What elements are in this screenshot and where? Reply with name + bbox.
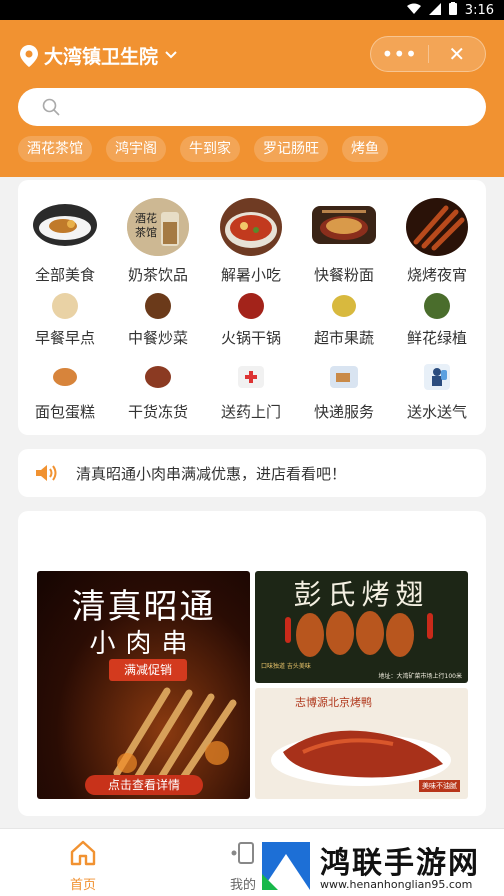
promo-subtitle: 小肉串 bbox=[89, 629, 198, 659]
view-details-button[interactable]: 点击查看详情 bbox=[85, 775, 203, 795]
bbq-icon bbox=[406, 198, 468, 256]
promo-address: 地址：大湾矿菜市场上行100米 bbox=[378, 673, 462, 680]
hot-tag[interactable]: 牛到家 bbox=[180, 136, 240, 162]
promo-banner-wings[interactable]: 彭氏烤翅 口味独道 吉头美味 地址：大湾矿菜市场上行100米 bbox=[255, 571, 468, 683]
wifi-icon bbox=[406, 3, 421, 18]
header: 大湾镇卫生院 ••• ✕ 酒花茶馆 鸿宇阁 牛到家 罗记肠旺 烤鱼 bbox=[0, 20, 504, 177]
notice-bar[interactable]: 清真昭通小肉串满减优惠，进店看看吧！ bbox=[18, 449, 486, 497]
battery-icon bbox=[448, 2, 457, 18]
category-label: 快餐粉面 bbox=[313, 266, 374, 284]
more-button[interactable]: ••• bbox=[371, 37, 428, 71]
flower-icon bbox=[424, 293, 450, 319]
hot-tag[interactable]: 罗记肠旺 bbox=[254, 136, 328, 162]
category-label: 面包蛋糕 bbox=[34, 403, 95, 421]
grilled-wings-image bbox=[285, 611, 433, 657]
promo-note: 口味独道 吉头美味 bbox=[261, 663, 311, 670]
category-label: 超市果蔬 bbox=[313, 329, 374, 347]
status-bar: 3:16 bbox=[0, 0, 504, 20]
category-label: 中餐炒菜 bbox=[127, 329, 188, 347]
speaker-icon bbox=[36, 465, 57, 481]
category-grid: 全部美食 酒花 茶馆 奶茶饮品 解暑小吃 快餐粉面 烧烤夜宵 早餐早点 中餐炒菜 … bbox=[18, 180, 486, 435]
location-selector[interactable]: 大湾镇卫生院 bbox=[20, 42, 178, 69]
home-icon bbox=[70, 840, 96, 866]
promo-title: 清真昭通 bbox=[71, 587, 216, 627]
skewers-image bbox=[113, 687, 237, 783]
promo-section: 清真昭通 小肉串 满减促销 点击查看详情 彭氏烤翅 口味独道 吉头美味 地址：大… bbox=[18, 511, 486, 816]
promo-title: 志博源北京烤鸭 bbox=[295, 696, 372, 709]
chinese-dish-icon bbox=[145, 293, 171, 319]
category-label: 全部美食 bbox=[34, 266, 95, 284]
bread-icon bbox=[53, 368, 77, 386]
chevron-down-icon bbox=[164, 48, 178, 64]
promo-banner-skewers[interactable]: 清真昭通 小肉串 满减促销 点击查看详情 bbox=[37, 571, 250, 799]
category-label: 奶茶饮品 bbox=[127, 266, 188, 284]
hotpot-icon bbox=[238, 293, 264, 319]
snack-bowl-icon bbox=[220, 198, 282, 256]
promo-tag: 美味不油腻 bbox=[419, 780, 460, 792]
watermark-title: 鸿联手游网 bbox=[320, 846, 480, 881]
signal-icon bbox=[428, 2, 441, 18]
food-plate-icon bbox=[33, 204, 97, 246]
milk-tea-icon: 酒花 茶馆 bbox=[127, 198, 189, 256]
tab-label: 首页 bbox=[69, 878, 96, 893]
search-icon bbox=[42, 98, 60, 116]
hot-tags: 酒花茶馆 鸿宇阁 牛到家 罗记肠旺 烤鱼 bbox=[18, 136, 388, 162]
promo-banner-duck[interactable]: 志博源北京烤鸭 美味不油腻 bbox=[255, 688, 468, 799]
category-label: 烧烤夜宵 bbox=[406, 266, 467, 284]
watermark-url: www.henanhonglian95.com bbox=[320, 878, 473, 891]
promo-tag: 满减促销 bbox=[109, 659, 187, 681]
express-icon bbox=[330, 366, 358, 388]
category-label: 火锅干锅 bbox=[220, 329, 281, 347]
location-name: 大湾镇卫生院 bbox=[44, 46, 159, 68]
breakfast-icon bbox=[52, 293, 78, 319]
category-label: 送药上门 bbox=[220, 403, 281, 421]
mini-program-capsule: ••• ✕ bbox=[370, 36, 486, 72]
category-label: 干货冻货 bbox=[127, 403, 188, 421]
water-delivery-icon bbox=[424, 364, 450, 390]
noodles-icon bbox=[312, 206, 376, 244]
milk-tea-tile-text-1: 酒花 bbox=[135, 212, 157, 225]
milk-tea-tile-text-2: 茶馆 bbox=[135, 225, 157, 239]
category-label: 送水送气 bbox=[406, 403, 467, 421]
medicine-icon bbox=[238, 366, 264, 388]
hot-tag[interactable]: 酒花茶馆 bbox=[18, 136, 92, 162]
hot-tag[interactable]: 烤鱼 bbox=[342, 136, 388, 162]
hot-tag[interactable]: 鸿宇阁 bbox=[106, 136, 166, 162]
close-button[interactable]: ✕ bbox=[429, 37, 486, 71]
order-list-icon bbox=[231, 842, 254, 864]
status-time: 3:16 bbox=[464, 2, 494, 18]
notice-text: 清真昭通小肉串满减优惠，进店看看吧！ bbox=[76, 464, 347, 483]
category-label: 快递服务 bbox=[313, 403, 374, 421]
category-label: 早餐早点 bbox=[34, 329, 95, 347]
site-watermark: 鸿联手游网 www.henanhonglian95.com bbox=[258, 836, 504, 896]
fruit-veg-icon bbox=[332, 295, 356, 317]
category-label: 鲜花绿植 bbox=[406, 329, 467, 347]
dried-goods-icon bbox=[145, 366, 171, 388]
watermark-logo bbox=[262, 842, 310, 890]
search-bar[interactable] bbox=[18, 88, 486, 126]
location-pin-icon bbox=[20, 44, 38, 67]
category-label: 解暑小吃 bbox=[220, 266, 281, 284]
